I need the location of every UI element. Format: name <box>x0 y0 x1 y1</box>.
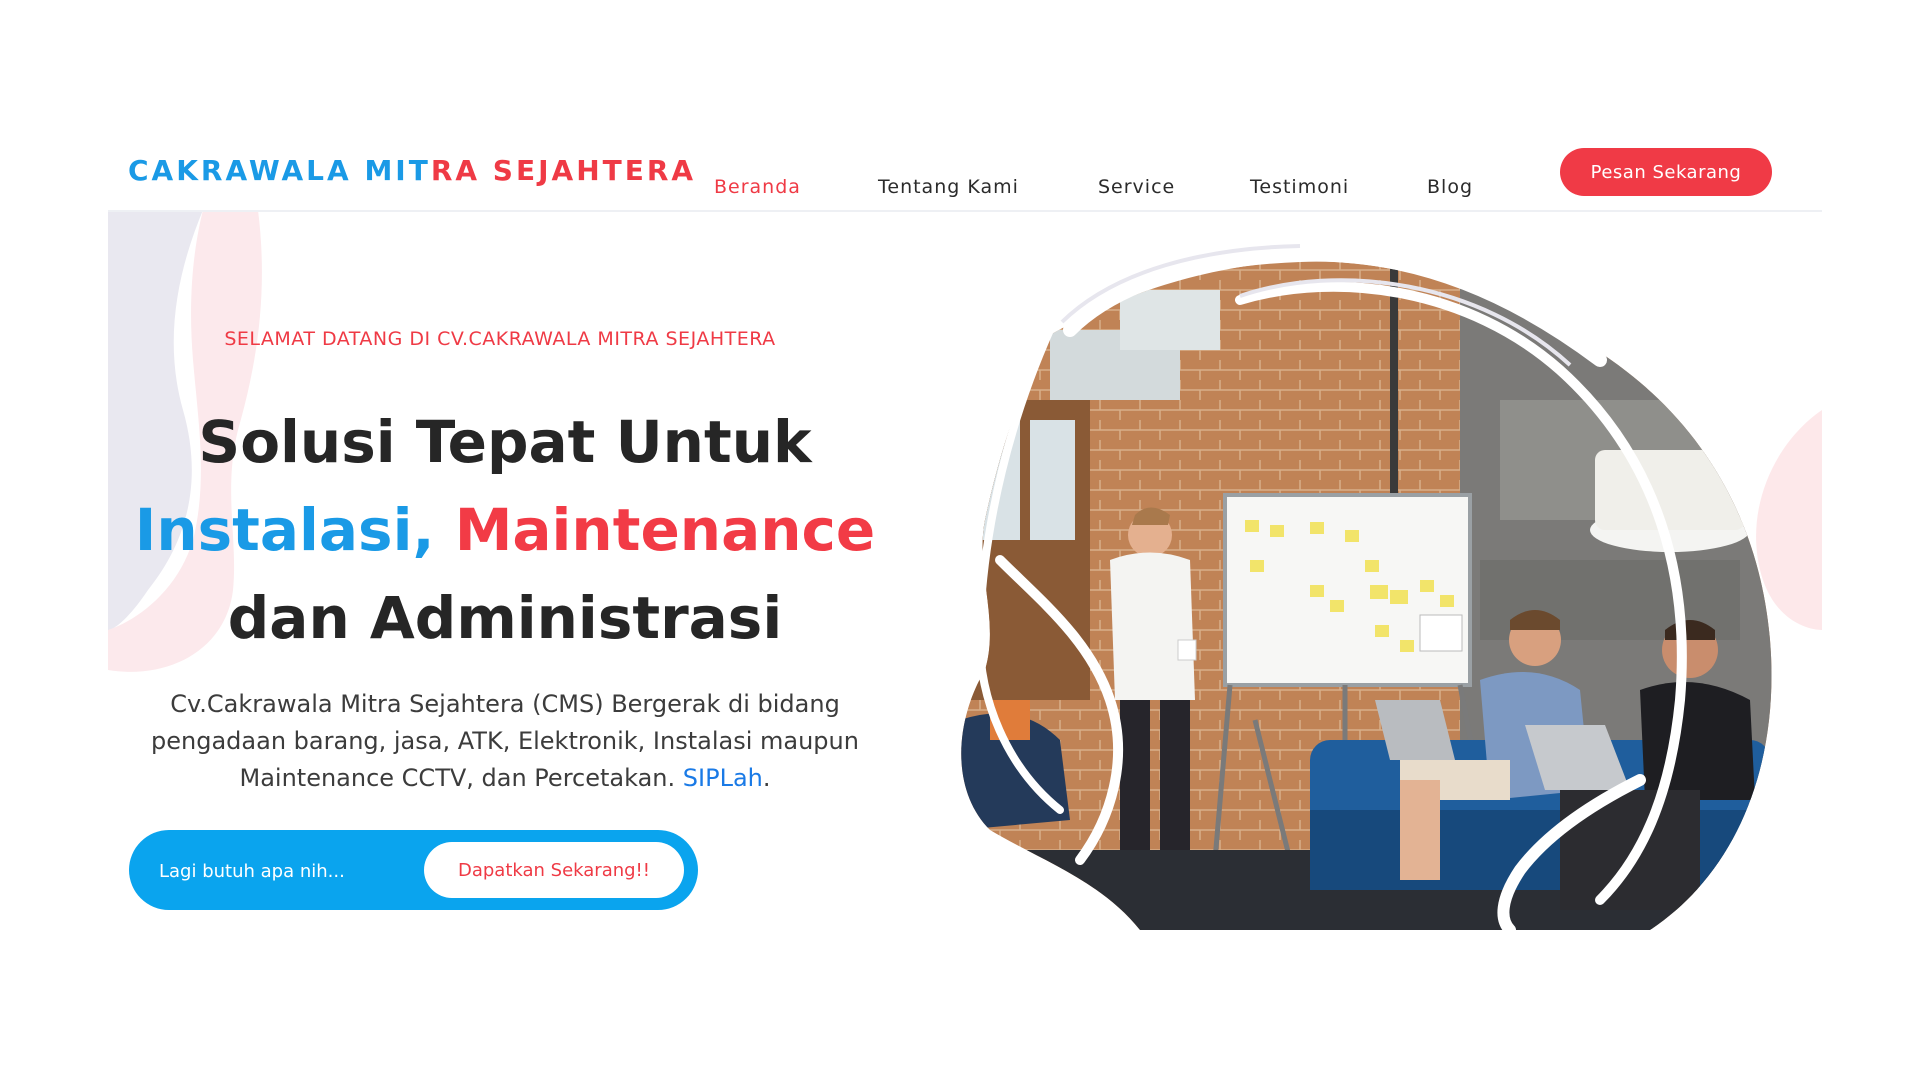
welcome-text: SELAMAT DATANG DI CV.CAKRAWALA MITRA SEJ… <box>224 328 776 350</box>
site-header: CAKRAWALA MITRA SEJAHTERA Beranda Tentan… <box>0 140 1920 212</box>
nav-item-tentang-kami[interactable]: Tentang Kami <box>878 176 1019 198</box>
nav-item-blog[interactable]: Blog <box>1427 176 1473 198</box>
search-input[interactable] <box>157 850 421 892</box>
get-now-button[interactable]: Dapatkan Sekarang!! <box>424 842 684 898</box>
headline-line-3: dan Administrasi <box>227 584 783 652</box>
siplah-link[interactable]: SIPLah <box>683 764 763 792</box>
brand-logo[interactable]: CAKRAWALA MITRA SEJAHTERA <box>128 154 696 187</box>
order-now-button[interactable]: Pesan Sekarang <box>1560 148 1772 196</box>
header-divider <box>108 210 1822 212</box>
nav-item-testimoni[interactable]: Testimoni <box>1250 176 1349 198</box>
headline-line-1: Solusi Tepat Untuk <box>198 408 812 476</box>
search-bar: Dapatkan Sekarang!! <box>129 830 698 910</box>
logo-text-blue: CAKRAWALA MIT <box>128 154 431 187</box>
description-end: . <box>762 764 771 792</box>
headline-maintenance: Maintenance <box>454 496 876 564</box>
nav-item-beranda[interactable]: Beranda <box>714 176 801 198</box>
hero-headline: Solusi Tepat Untuk Instalasi, Maintenanc… <box>95 398 915 662</box>
hero-description: Cv.Cakrawala Mitra Sejahtera (CMS) Berge… <box>110 686 900 797</box>
headline-line-2: Instalasi, Maintenance <box>95 486 915 574</box>
nav-item-service[interactable]: Service <box>1098 176 1175 198</box>
headline-instalasi: Instalasi, <box>134 496 435 564</box>
logo-text-red: RA SEJAHTERA <box>430 154 697 187</box>
